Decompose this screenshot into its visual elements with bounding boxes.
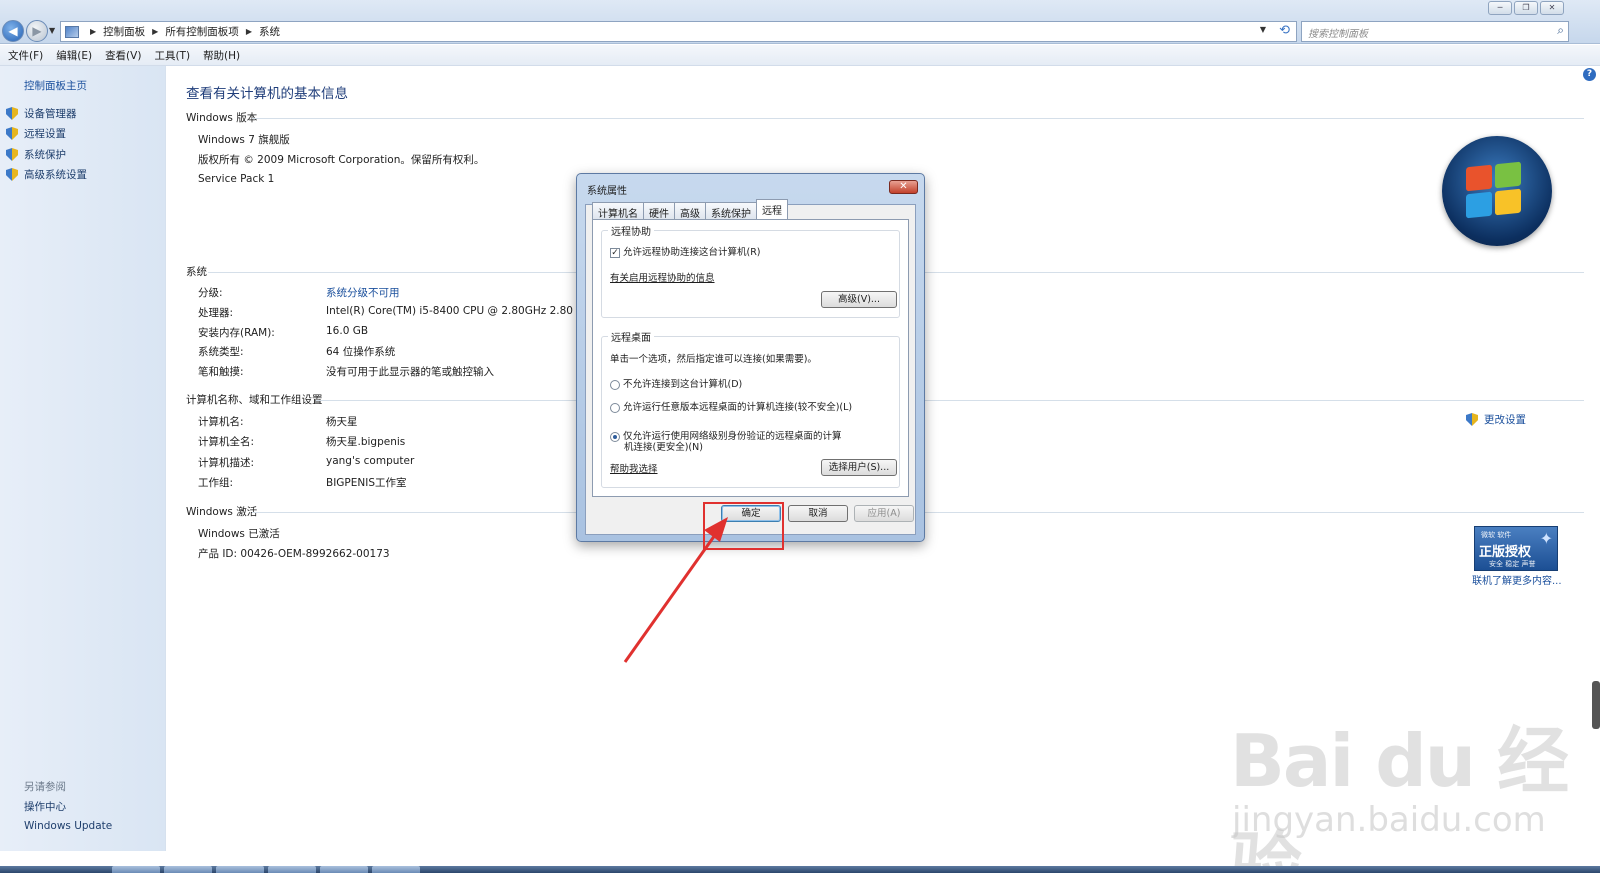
taskbar-button[interactable] [112,866,160,873]
taskbar-button[interactable] [372,866,420,873]
side-scroll-handle[interactable] [1592,681,1600,729]
taskbar-button[interactable] [320,866,368,873]
taskbar-button[interactable] [216,866,264,873]
baidu-watermark: Bai du 经验 [1230,719,1569,873]
tab-remote[interactable]: 远程 [756,199,788,219]
baidu-watermark-url: jingyan.baidu.com [1232,800,1546,840]
taskbar-button[interactable] [268,866,316,873]
taskbar-button[interactable] [164,866,212,873]
